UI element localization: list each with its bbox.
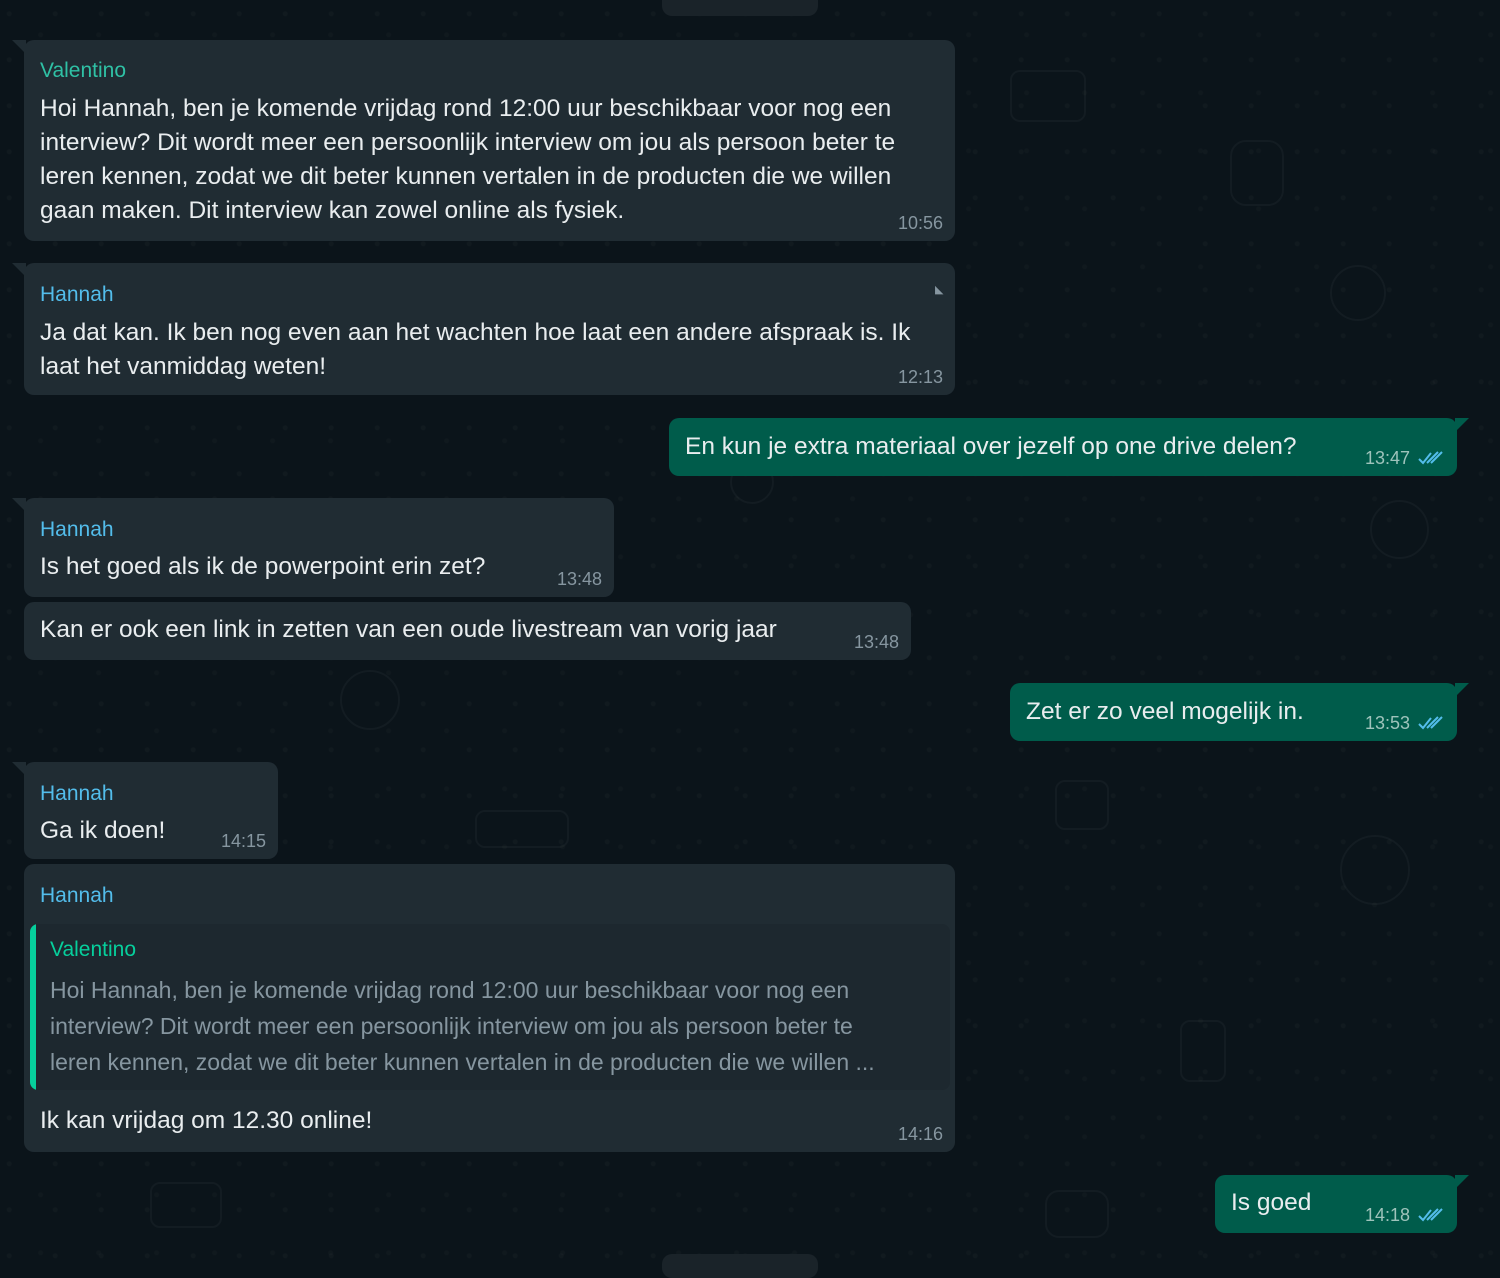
message-text: Hoi Hannah, ben je komende vrijdag rond … — [40, 92, 895, 228]
date-pill — [662, 1254, 818, 1278]
quoted-line: leren kennen, zodat we dit beter kunnen … — [50, 1049, 875, 1075]
doodle-pattern-icon — [1230, 140, 1284, 206]
message-line: interview? Dit wordt meer een persoonlij… — [40, 129, 896, 156]
message-text: Ja dat kan. Ik ben nog even aan het wach… — [40, 316, 910, 384]
doodle-pattern-icon — [1180, 1020, 1226, 1082]
message-text: Zet er zo veel mogelijk in. — [1026, 698, 1304, 725]
message-time: 10:56 — [897, 213, 943, 233]
message-text: Ga ik doen! — [40, 817, 166, 844]
message-bubble[interactable]: Is goed 14:18 — [1215, 1175, 1469, 1233]
doodle-pattern-icon — [1010, 70, 1086, 122]
double-check-icon — [1418, 716, 1443, 730]
message-line: laat het vanmiddag weten! — [40, 353, 327, 380]
message-bubble[interactable]: Hannah Ga ik doen! 14:15 — [12, 762, 278, 859]
sender-name: Valentino — [40, 59, 127, 82]
message-bubble[interactable]: En kun je extra materiaal over jezelf op… — [669, 418, 1469, 476]
message-text: Is het goed als ik de powerpoint erin ze… — [40, 553, 486, 580]
message-time: 13:48 — [556, 569, 602, 589]
message-bubble[interactable]: Hannah Valentino Hoi Hannah, ben je kome… — [24, 864, 955, 1152]
message-text: Kan er ook een link in zetten van een ou… — [40, 616, 777, 643]
doodle-pattern-icon — [150, 1182, 222, 1228]
quoted-text: Hoi Hannah, ben je komende vrijdag rond … — [50, 972, 930, 1080]
message-tail — [12, 762, 26, 776]
quoted-sender-name: Valentino — [50, 938, 137, 961]
sender-name: Hannah — [40, 884, 114, 907]
message-bubble[interactable]: Zet er zo veel mogelijk in. 13:53 — [1010, 683, 1469, 741]
message-tail — [1455, 418, 1469, 432]
quoted-line: Hoi Hannah, ben je komende vrijdag rond … — [50, 977, 850, 1003]
chevron-down-icon[interactable]: ◣ — [935, 285, 945, 296]
message-time: 13:47 — [1364, 448, 1410, 468]
message-text: Is goed — [1231, 1189, 1312, 1216]
message-line: Hoi Hannah, ben je komende vrijdag rond … — [40, 95, 892, 122]
quoted-message[interactable]: Valentino Hoi Hannah, ben je komende vri… — [30, 924, 950, 1090]
doodle-pattern-icon — [1055, 780, 1109, 830]
message-text: Ik kan vrijdag om 12.30 online! — [40, 1107, 373, 1134]
sender-name: Hannah — [40, 782, 114, 805]
quote-accent-bar — [30, 924, 36, 1090]
message-bubble[interactable]: Valentino Hoi Hannah, ben je komende vri… — [12, 40, 955, 241]
doodle-pattern-icon — [1340, 835, 1410, 905]
doodle-pattern-icon — [1045, 1190, 1109, 1238]
message-line: Ja dat kan. Ik ben nog even aan het wach… — [40, 319, 911, 346]
double-check-icon — [1418, 451, 1443, 465]
message-text: En kun je extra materiaal over jezelf op… — [685, 433, 1297, 460]
message-bubble[interactable]: Hannah Is het goed als ik de powerpoint … — [12, 498, 614, 597]
message-time: 14:15 — [220, 831, 266, 851]
double-check-icon — [1418, 1208, 1443, 1222]
message-tail — [1455, 1175, 1469, 1189]
message-bubble[interactable]: Kan er ook een link in zetten van een ou… — [24, 602, 911, 660]
doodle-pattern-icon — [475, 810, 569, 848]
quoted-line: interview? Dit wordt meer een persoonlij… — [50, 1013, 853, 1039]
date-pill — [662, 0, 818, 16]
message-tail — [12, 40, 26, 54]
message-tail — [1455, 683, 1469, 697]
doodle-pattern-icon — [1330, 265, 1386, 321]
sender-name: Hannah — [40, 518, 114, 541]
doodle-pattern-icon — [340, 670, 400, 730]
message-time: 13:53 — [1364, 713, 1410, 733]
message-line: leren kennen, zodat we dit beter kunnen … — [40, 163, 892, 190]
sender-name: Hannah — [40, 283, 114, 306]
message-time: 13:48 — [853, 632, 899, 652]
message-tail — [12, 263, 26, 277]
message-time: 14:16 — [897, 1124, 943, 1144]
message-bubble[interactable]: ◣ Hannah Ja dat kan. Ik ben nog even aan… — [12, 263, 955, 395]
doodle-pattern-icon — [1370, 500, 1429, 559]
message-time: 12:13 — [897, 367, 943, 387]
message-time: 14:18 — [1364, 1205, 1410, 1225]
message-line: gaan maken. Dit interview kan zowel onli… — [40, 197, 625, 224]
message-tail — [12, 498, 26, 512]
